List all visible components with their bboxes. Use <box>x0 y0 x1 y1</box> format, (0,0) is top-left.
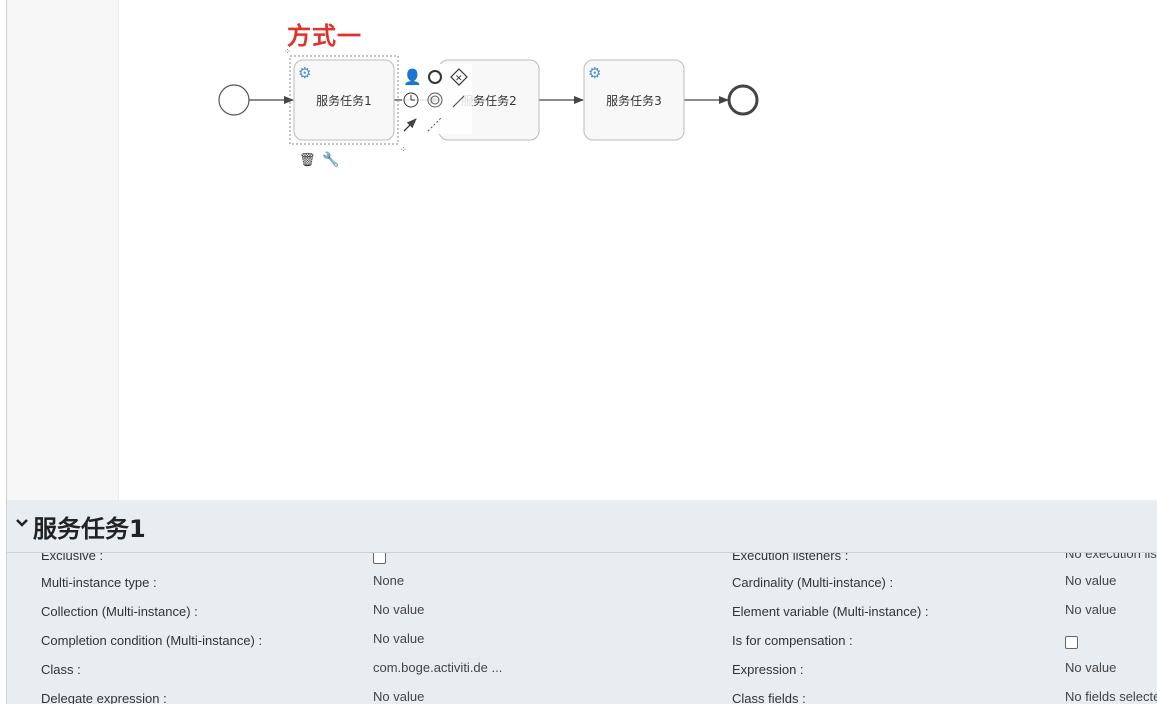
property-label: Is for compensation : <box>732 633 853 648</box>
property-value[interactable]: No value <box>1065 573 1116 588</box>
property-label: Class : <box>41 662 81 677</box>
property-label: Expression : <box>732 662 804 677</box>
property-value[interactable]: No value <box>1065 660 1116 675</box>
property-label: Exclusive : <box>41 553 104 563</box>
service-task-3[interactable]: ⚙ 服务任务3 <box>583 59 685 141</box>
property-value[interactable]: No execution listeners configured <box>1065 553 1157 561</box>
property-value[interactable]: No value <box>373 689 424 704</box>
property-label: Execution listeners : <box>732 553 849 563</box>
property-value[interactable]: No value <box>373 631 424 646</box>
task-label: 服务任务1 <box>316 93 372 108</box>
annotation-label: 方式一 <box>287 22 362 50</box>
property-value[interactable]: com.boge.activiti.de ... <box>373 660 502 675</box>
property-value[interactable]: No value <box>1065 602 1116 617</box>
diagram-svg: ⁘ ⁘ ⚙ 服务任务1 服务任务2 ⚙ 服务任务3 👤 ✕ 🗑 🔧 <box>218 47 759 168</box>
property-row: Completion condition (Multi-instance) : N… <box>7 631 1157 653</box>
shape-palette[interactable] <box>7 0 119 500</box>
property-checkbox[interactable] <box>373 553 386 564</box>
bpmn-canvas[interactable]: ⁘ ⁘ ⚙ 服务任务1 服务任务2 ⚙ 服务任务3 👤 ✕ 🗑 🔧 方式一 <box>119 0 1157 500</box>
property-label: Delegate expression : <box>41 691 167 704</box>
property-label: Class fields : <box>732 691 806 704</box>
left-border <box>0 0 7 704</box>
task-label: 服务任务3 <box>606 93 662 108</box>
properties-body: Exclusive : Execution listeners : No execu… <box>7 553 1157 704</box>
svg-text:✕: ✕ <box>455 73 463 83</box>
service-task-1[interactable]: ⚙ 服务任务1 <box>293 59 395 141</box>
property-label: Cardinality (Multi-instance) : <box>732 575 894 590</box>
property-label: Completion condition (Multi-instance) : <box>41 633 263 648</box>
resize-handle-icon[interactable]: ⁘ <box>400 145 407 154</box>
properties-title: 服务任务1 <box>33 515 146 543</box>
property-value[interactable]: No value <box>373 602 424 617</box>
end-event[interactable] <box>727 84 759 116</box>
property-value[interactable]: No fields selected <box>1065 689 1157 704</box>
user-task-icon[interactable]: 👤 <box>403 68 422 86</box>
property-row: Class : com.boge.activiti.de ... Expressio… <box>7 660 1157 682</box>
property-row: Delegate expression : No value Class field… <box>7 689 1157 704</box>
properties-panel: 服务任务1 Exclusive : Execution listeners : No… <box>7 500 1157 704</box>
start-event[interactable] <box>218 84 250 116</box>
gear-icon: ⚙ <box>588 65 601 82</box>
properties-header[interactable]: 服务任务1 <box>7 500 1157 553</box>
property-value[interactable]: None <box>373 573 404 588</box>
property-checkbox[interactable] <box>1065 636 1078 649</box>
gear-icon: ⚙ <box>298 65 311 82</box>
property-label: Multi-instance type : <box>41 575 157 590</box>
property-row: Multi-instance type : None Cardinality (Mu… <box>7 573 1157 595</box>
wrench-icon[interactable]: 🔧 <box>322 150 339 168</box>
property-row: Collection (Multi-instance) : No value Ele… <box>7 602 1157 624</box>
trash-icon[interactable]: 🗑 <box>299 152 316 167</box>
property-label: Element variable (Multi-instance) : <box>732 604 929 619</box>
property-label: Collection (Multi-instance) : <box>41 604 198 619</box>
chevron-down-icon[interactable] <box>15 516 29 530</box>
property-row: Exclusive : Execution listeners : No execu… <box>7 553 1157 568</box>
